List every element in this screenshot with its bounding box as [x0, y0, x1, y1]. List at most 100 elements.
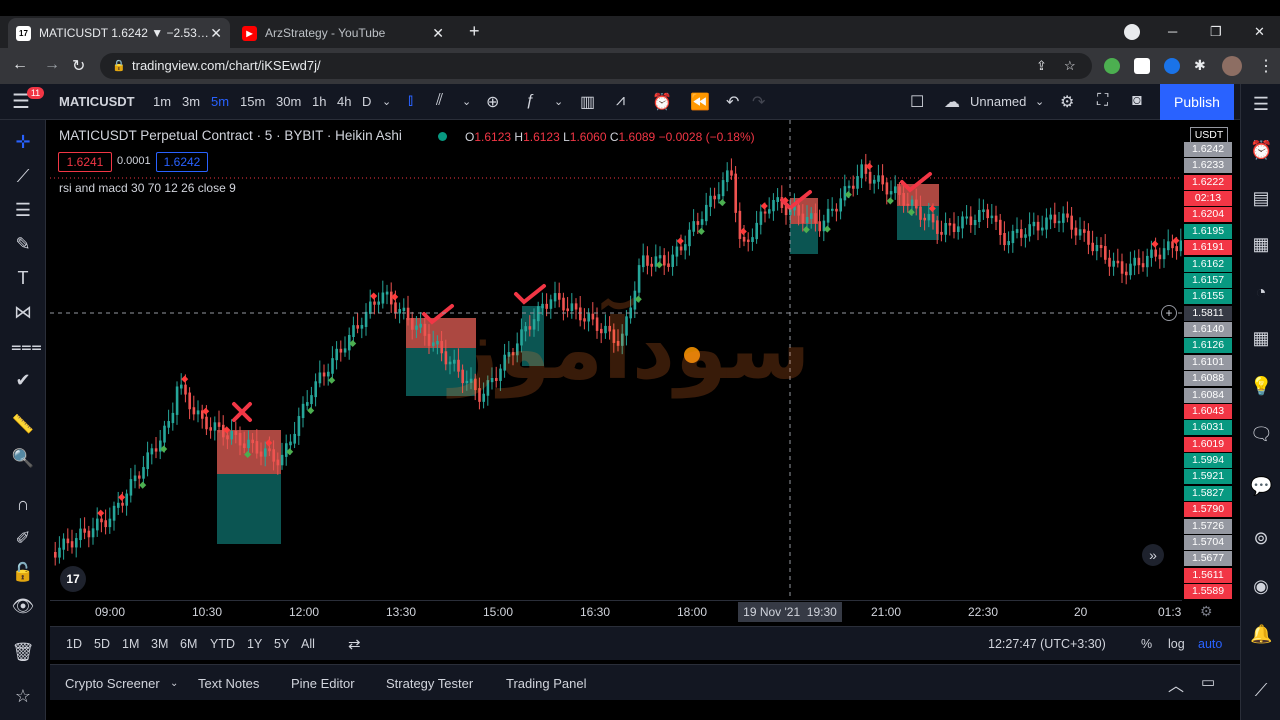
profile-dropdown-icon[interactable] [1124, 24, 1140, 40]
alert-icon[interactable]: ⏰ [652, 92, 672, 112]
tab-text-notes[interactable]: Text Notes [198, 676, 259, 691]
indicator-legend[interactable]: rsi and macd 30 70 12 26 close 9 [59, 181, 236, 195]
undo-icon[interactable]: ↶ [726, 92, 739, 112]
candles-icon[interactable]: ⫽ [436, 92, 443, 110]
timeframe-30m[interactable]: 30m [276, 94, 301, 109]
ideas-bulb-icon[interactable]: 💡 [1250, 376, 1272, 397]
chevron-down-icon[interactable]: ⌄ [554, 95, 563, 108]
chevron-down-icon[interactable]: ⌄ [382, 95, 391, 108]
alarm-clock-icon[interactable]: ⏰ [1250, 140, 1272, 161]
scale-settings-icon[interactable]: ⚙ [1200, 603, 1213, 620]
range-1y[interactable]: 1Y [247, 637, 262, 651]
chevron-down-icon[interactable]: ⌄ [1035, 95, 1044, 108]
bookmark-star-icon[interactable]: ☆ [1064, 53, 1076, 79]
timeframe-15m[interactable]: 15m [240, 94, 265, 109]
timeframe-1m[interactable]: 1m [153, 94, 171, 109]
star-icon[interactable]: ☆ [11, 686, 35, 707]
extensions-puzzle-icon[interactable]: ✱ [1194, 57, 1206, 74]
back-icon[interactable]: ← [12, 56, 28, 74]
range-all[interactable]: All [301, 637, 315, 651]
text-icon[interactable]: T [11, 268, 35, 289]
collapse-panel-icon[interactable]: ︿ [1168, 672, 1184, 696]
cloud-icon[interactable]: ☁ [944, 92, 960, 112]
calendar-icon[interactable]: ▦ [1250, 328, 1272, 349]
log-toggle[interactable]: log [1168, 637, 1185, 651]
close-tab-icon[interactable]: ✕ [210, 25, 222, 42]
sell-button[interactable]: 1.6241 [58, 152, 112, 172]
address-bar[interactable]: 🔒 tradingview.com/chart/iKSEwd7j/ ⇪ ☆ [100, 53, 1092, 79]
timeframe-4h[interactable]: 4h [337, 94, 351, 109]
range-3m[interactable]: 3M [151, 637, 168, 651]
check-icon[interactable]: ✔ [11, 370, 35, 391]
collapse-icon[interactable]: ⟋ [1250, 680, 1272, 701]
reload-icon[interactable]: ↻ [72, 56, 85, 76]
goto-date-icon[interactable]: ⇄ [348, 635, 361, 653]
time-scale[interactable]: 09:00 10:30 12:00 13:30 15:00 16:30 18:00 21:00… [50, 600, 1213, 622]
fullscreen-icon[interactable]: ⛶ [1097, 92, 1108, 110]
chevron-down-icon[interactable]: ⌄ [170, 678, 178, 689]
replay-icon[interactable]: ⏪ [690, 92, 710, 112]
settings-gear-icon[interactable]: ⚙ [1060, 92, 1074, 112]
redo-icon[interactable]: ↷ [752, 92, 765, 112]
range-5d[interactable]: 5D [94, 637, 110, 651]
percent-toggle[interactable]: % [1141, 637, 1152, 651]
range-6m[interactable]: 6M [180, 637, 197, 651]
chart-pane[interactable]: سودآموز MATICUSDT Perpetual Contract · 5… [50, 120, 1182, 600]
avatar[interactable] [1222, 56, 1242, 76]
currency-label[interactable]: USDT [1190, 127, 1228, 143]
scroll-to-realtime-icon[interactable]: » [1142, 544, 1164, 566]
menu-kebab-icon[interactable]: ⋮ [1258, 56, 1274, 76]
close-tab-icon[interactable]: ✕ [432, 25, 444, 42]
watchlist-icon[interactable]: ☰ [1250, 94, 1272, 115]
forward-icon[interactable]: → [44, 56, 60, 74]
extension-icon[interactable] [1134, 58, 1150, 74]
stay-drawing-icon[interactable]: ✐ [11, 528, 35, 549]
price-scale[interactable]: USDT 1.6242 1.6233 1.6222 02:13 1.6204 1.6195… [1182, 120, 1240, 600]
tab-strategy-tester[interactable]: Strategy Tester [386, 676, 473, 691]
timeframe-1h[interactable]: 1h [312, 94, 326, 109]
range-1m[interactable]: 1M [122, 637, 139, 651]
eye-icon[interactable]: 👁 [11, 596, 35, 617]
tab-pine-editor[interactable]: Pine Editor [291, 676, 355, 691]
tradingview-logo[interactable]: 17 [60, 566, 86, 592]
data-window-icon[interactable]: ▦ [1250, 234, 1272, 255]
close-window-icon[interactable]: ✕ [1254, 24, 1265, 40]
fib-icon[interactable]: ☰ [11, 200, 35, 221]
streams-icon[interactable]: ⊚ [1250, 528, 1272, 549]
compare-add-icon[interactable]: ⊕ [486, 92, 499, 112]
magnet-icon[interactable]: ∩ [11, 494, 35, 515]
templates-icon[interactable]: ⩘ [616, 92, 625, 110]
range-ytd[interactable]: YTD [210, 637, 235, 651]
restore-icon[interactable]: ❐ [1210, 24, 1222, 40]
extension-icon[interactable] [1104, 58, 1120, 74]
timeframe-5m[interactable]: 5m [211, 94, 229, 109]
range-5y[interactable]: 5Y [274, 637, 289, 651]
auto-toggle[interactable]: auto [1198, 637, 1222, 651]
range-1d[interactable]: 1D [66, 637, 82, 651]
extension-icon[interactable] [1164, 58, 1180, 74]
financials-icon[interactable]: ▥ [580, 92, 595, 112]
lock-icon[interactable]: 🔓 [11, 562, 35, 583]
add-alert-plus-icon[interactable]: + [1161, 305, 1177, 321]
camera-icon[interactable]: ◙ [1132, 92, 1142, 110]
prediction-icon[interactable]: ⩶ [11, 336, 42, 357]
tab-tradingview[interactable]: 17 MATICUSDT 1.6242 ▼ −2.53% Un ✕ [8, 18, 230, 48]
broadcast-icon[interactable]: ◉ [1250, 576, 1272, 597]
crosshair-icon[interactable]: ✛ [11, 132, 35, 153]
timeframe-d[interactable]: D [362, 94, 371, 109]
layout-name[interactable]: Unnamed [970, 94, 1026, 109]
patterns-icon[interactable]: ⋈ [11, 302, 35, 323]
trash-icon[interactable]: 🗑 [11, 642, 35, 663]
ruler-icon[interactable]: 📏 [11, 414, 35, 435]
share-icon[interactable]: ⇪ [1036, 53, 1047, 79]
publish-button[interactable]: Publish [1160, 84, 1234, 120]
chat-icon[interactable]: 🗨 [1250, 424, 1273, 445]
timeframe-3m[interactable]: 3m [182, 94, 200, 109]
layout-square-icon[interactable]: ☐ [910, 92, 924, 112]
clock-timezone[interactable]: 12:27:47 (UTC+3:30) [988, 637, 1106, 651]
news-icon[interactable]: ▤ [1250, 188, 1272, 209]
minimize-icon[interactable]: ─ [1168, 24, 1177, 39]
chart-legend-title[interactable]: MATICUSDT Perpetual Contract · 5 · BYBIT… [59, 128, 402, 143]
tab-crypto-screener[interactable]: Crypto Screener [65, 676, 160, 691]
maximize-panel-icon[interactable]: ▭ [1201, 673, 1215, 691]
